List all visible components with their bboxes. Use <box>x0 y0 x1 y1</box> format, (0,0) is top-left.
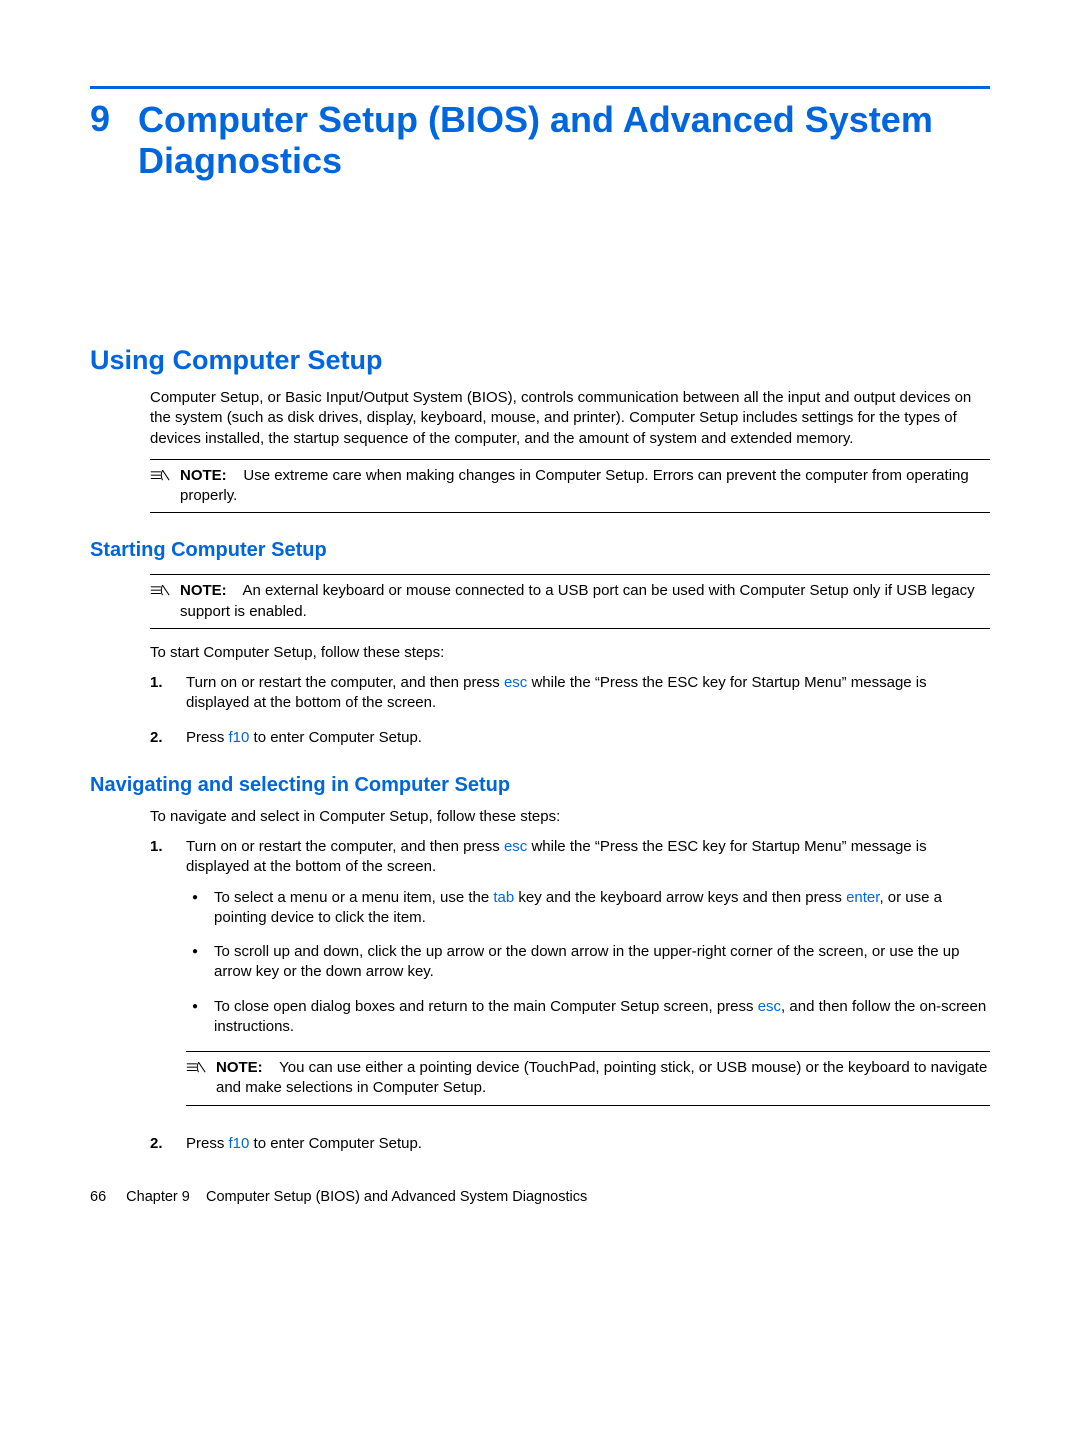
note-label: NOTE: <box>180 582 227 599</box>
step-item: 2. Press f10 to enter Computer Setup. <box>150 728 990 748</box>
top-rule <box>90 86 990 89</box>
note-label: NOTE: <box>180 467 227 484</box>
key-esc: esc <box>504 674 527 691</box>
step-body: Turn on or restart the computer, and the… <box>186 837 990 1120</box>
step-number: 2. <box>150 728 168 748</box>
step-pre: Press <box>186 1135 229 1152</box>
step-post: to enter Computer Setup. <box>249 729 422 746</box>
step-pre: Turn on or restart the computer, and the… <box>186 838 504 855</box>
note-icon <box>186 1058 208 1082</box>
bullet-mid: key and the keyboard arrow keys and then… <box>514 889 846 906</box>
section-heading-using: Using Computer Setup <box>90 342 990 378</box>
section-body-navigating: To navigate and select in Computer Setup… <box>150 807 990 1154</box>
step-post: to enter Computer Setup. <box>249 1135 422 1152</box>
page-footer: 66 Chapter 9 Computer Setup (BIOS) and A… <box>90 1188 990 1208</box>
bullet-item: To scroll up and down, click the up arro… <box>186 942 990 983</box>
bullet-text: To select a menu or a menu item, use the… <box>214 888 990 929</box>
note-text: NOTE: You can use either a pointing devi… <box>216 1058 990 1099</box>
note-body: Use extreme care when making changes in … <box>180 467 969 504</box>
steps-list-starting: 1. Turn on or restart the computer, and … <box>150 673 990 748</box>
step-pre: Press <box>186 729 229 746</box>
note-icon <box>150 466 172 490</box>
page-number: 66 <box>90 1188 106 1208</box>
step-pre: Turn on or restart the computer, and the… <box>186 674 504 691</box>
footer-chapter-label: Chapter 9 <box>126 1189 190 1205</box>
footer-chapter-title: Computer Setup (BIOS) and Advanced Syste… <box>206 1189 587 1205</box>
note-usb: NOTE: An external keyboard or mouse conn… <box>150 574 990 629</box>
step-text: Press f10 to enter Computer Setup. <box>186 1134 990 1154</box>
key-esc: esc <box>504 838 527 855</box>
sub-bullets: To select a menu or a menu item, use the… <box>186 888 990 1038</box>
key-enter: enter <box>846 889 879 906</box>
key-tab: tab <box>493 889 514 906</box>
bullet-item: To close open dialog boxes and return to… <box>186 997 990 1038</box>
note-text: NOTE: An external keyboard or mouse conn… <box>180 581 990 622</box>
step-item: 1. Turn on or restart the computer, and … <box>150 837 990 1120</box>
bullet-item: To select a menu or a menu item, use the… <box>186 888 990 929</box>
note-text: NOTE: Use extreme care when making chang… <box>180 466 990 507</box>
lead-text: To start Computer Setup, follow these st… <box>150 643 990 663</box>
step-item: 2. Press f10 to enter Computer Setup. <box>150 1134 990 1154</box>
section-body-using: Computer Setup, or Basic Input/Output Sy… <box>150 388 990 513</box>
chapter-title: Computer Setup (BIOS) and Advanced Syste… <box>138 99 990 182</box>
note-icon <box>150 581 172 605</box>
bullet-pre: To select a menu or a menu item, use the <box>214 889 493 906</box>
step-text: Turn on or restart the computer, and the… <box>186 837 990 878</box>
steps-list-navigating: 1. Turn on or restart the computer, and … <box>150 837 990 1154</box>
chapter-number: 9 <box>90 99 110 139</box>
key-f10: f10 <box>229 729 250 746</box>
step-text: Turn on or restart the computer, and the… <box>186 673 990 714</box>
key-f10: f10 <box>229 1135 250 1152</box>
bullet-pre: To close open dialog boxes and return to… <box>214 998 758 1015</box>
step-number: 1. <box>150 673 168 714</box>
section-heading-navigating: Navigating and selecting in Computer Set… <box>90 772 990 799</box>
section-body-starting: NOTE: An external keyboard or mouse conn… <box>150 574 990 748</box>
document-page: 9 Computer Setup (BIOS) and Advanced Sys… <box>0 0 1080 1248</box>
note-pointing-device: NOTE: You can use either a pointing devi… <box>186 1051 990 1106</box>
intro-paragraph: Computer Setup, or Basic Input/Output Sy… <box>150 388 990 449</box>
bullet-text: To close open dialog boxes and return to… <box>214 997 990 1038</box>
step-item: 1. Turn on or restart the computer, and … <box>150 673 990 714</box>
note-label: NOTE: <box>216 1059 263 1076</box>
step-number: 2. <box>150 1134 168 1154</box>
step-text: Press f10 to enter Computer Setup. <box>186 728 990 748</box>
note-body: An external keyboard or mouse connected … <box>180 582 975 619</box>
bullet-text: To scroll up and down, click the up arro… <box>214 942 990 983</box>
section-heading-starting: Starting Computer Setup <box>90 537 990 564</box>
note-care: NOTE: Use extreme care when making chang… <box>150 459 990 514</box>
chapter-heading: 9 Computer Setup (BIOS) and Advanced Sys… <box>90 99 990 182</box>
note-body: You can use either a pointing device (To… <box>216 1059 987 1096</box>
step-number: 1. <box>150 837 168 1120</box>
lead-text: To navigate and select in Computer Setup… <box>150 807 990 827</box>
key-esc: esc <box>758 998 781 1015</box>
